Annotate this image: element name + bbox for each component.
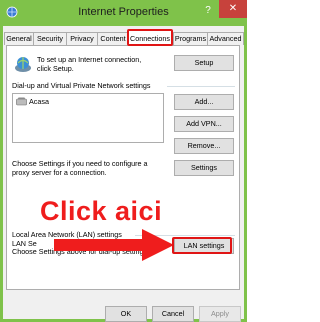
globe-connection-icon: [15, 57, 31, 72]
proxy-description: Choose Settings if you need to configure…: [12, 159, 148, 177]
annotation-click-here: Click aici: [40, 196, 163, 226]
connection-name: Acasa: [29, 97, 49, 106]
add-button[interactable]: Add...: [174, 94, 234, 110]
tab-general[interactable]: General: [4, 32, 34, 45]
settings-button[interactable]: Settings: [174, 160, 234, 176]
cancel-button[interactable]: Cancel: [152, 306, 194, 322]
setup-description: To set up an Internet connection, click …: [37, 55, 142, 73]
dialup-vpn-heading: Dial-up and Virtual Private Network sett…: [12, 81, 151, 90]
tab-security[interactable]: Security: [33, 32, 67, 45]
help-button[interactable]: ?: [200, 2, 216, 20]
dialog-client-area: General Security Privacy Content Connect…: [3, 26, 244, 322]
tab-programs[interactable]: Programs: [173, 32, 208, 45]
tab-strip: General Security Privacy Content Connect…: [3, 29, 244, 46]
remove-button[interactable]: Remove...: [174, 138, 234, 154]
tab-advanced[interactable]: Advanced: [207, 32, 244, 45]
tab-connections[interactable]: Connections: [127, 29, 173, 46]
add-vpn-button[interactable]: Add VPN...: [174, 116, 234, 132]
red-arrow-icon: [54, 229, 174, 261]
connections-listbox[interactable]: Acasa: [12, 93, 164, 143]
close-button[interactable]: ✕: [219, 0, 247, 18]
tab-content[interactable]: Content: [97, 32, 129, 45]
tab-privacy[interactable]: Privacy: [66, 32, 98, 45]
title-bar: Internet Properties ? ✕: [0, 0, 247, 26]
internet-properties-window: Internet Properties ? ✕ General Security…: [0, 0, 247, 322]
group-divider: [167, 86, 235, 87]
setup-button[interactable]: Setup: [174, 55, 234, 71]
lan-settings-button[interactable]: LAN settings: [174, 238, 234, 254]
dialup-connection-icon: [16, 97, 27, 106]
ok-button[interactable]: OK: [105, 306, 147, 322]
apply-button[interactable]: Apply: [199, 306, 241, 322]
